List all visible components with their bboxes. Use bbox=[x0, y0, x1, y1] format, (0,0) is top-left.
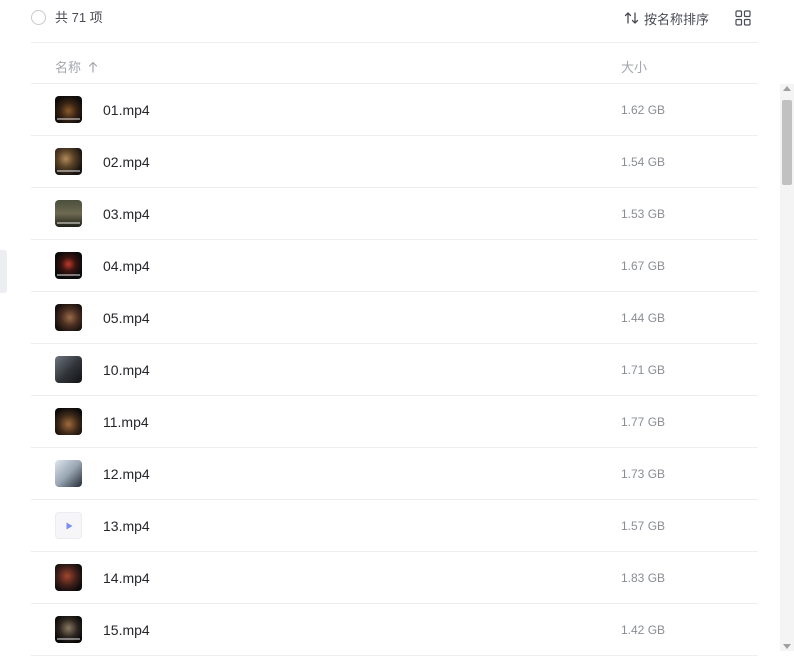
table-row[interactable]: 11.mp4 1.77 GB bbox=[31, 396, 758, 448]
video-thumbnail bbox=[55, 356, 82, 383]
item-count: 共 71 项 bbox=[55, 10, 103, 25]
table-row[interactable]: 12.mp4 1.73 GB bbox=[31, 448, 758, 500]
grid-view-button[interactable] bbox=[735, 10, 751, 26]
video-thumbnail bbox=[55, 564, 82, 591]
scrollbar-thumb[interactable] bbox=[782, 100, 792, 185]
sort-arrows-icon bbox=[624, 12, 639, 24]
file-name: 10.mp4 bbox=[103, 362, 150, 378]
file-name: 11.mp4 bbox=[103, 414, 149, 430]
table-row[interactable]: 02.mp4 1.54 GB bbox=[31, 136, 758, 188]
arrow-up-icon bbox=[88, 61, 98, 73]
video-thumbnail bbox=[55, 408, 82, 435]
file-name: 12.mp4 bbox=[103, 466, 150, 482]
file-name: 03.mp4 bbox=[103, 206, 150, 222]
grid-view-icon bbox=[735, 10, 751, 26]
file-size: 1.44 GB bbox=[621, 311, 666, 325]
video-thumbnail bbox=[55, 460, 82, 487]
name-column-header[interactable]: 名称 bbox=[55, 57, 98, 76]
video-thumbnail bbox=[55, 96, 82, 123]
file-name: 04.mp4 bbox=[103, 258, 150, 274]
table-row[interactable]: 10.mp4 1.71 GB bbox=[31, 344, 758, 396]
table-row[interactable]: 15.mp4 1.42 GB bbox=[31, 604, 758, 656]
file-name: 05.mp4 bbox=[103, 310, 150, 326]
file-size: 1.42 GB bbox=[621, 623, 666, 637]
file-size: 1.53 GB bbox=[621, 207, 666, 221]
table-row[interactable]: 04.mp4 1.67 GB bbox=[31, 240, 758, 292]
video-thumbnail bbox=[55, 304, 82, 331]
file-name: 14.mp4 bbox=[103, 570, 150, 586]
table-row[interactable]: 01.mp4 1.62 GB bbox=[31, 84, 758, 136]
table-row[interactable]: 05.mp4 1.44 GB bbox=[31, 292, 758, 344]
file-size: 1.77 GB bbox=[621, 415, 666, 429]
video-thumbnail bbox=[55, 252, 82, 279]
file-size: 1.71 GB bbox=[621, 363, 666, 377]
size-column-header[interactable]: 大小 bbox=[621, 57, 647, 76]
file-name: 15.mp4 bbox=[103, 622, 150, 638]
video-file-icon bbox=[55, 512, 82, 539]
select-all-checkbox[interactable] bbox=[31, 10, 46, 25]
scroll-down-arrow-icon[interactable] bbox=[783, 644, 791, 649]
table-row[interactable]: 03.mp4 1.53 GB bbox=[31, 188, 758, 240]
video-thumbnail bbox=[55, 200, 82, 227]
play-icon bbox=[66, 522, 72, 529]
sort-label: 按名称排序 bbox=[644, 11, 710, 27]
video-thumbnail bbox=[55, 148, 82, 175]
table-header: 名称 大小 bbox=[0, 43, 794, 83]
file-size: 1.83 GB bbox=[621, 571, 666, 585]
file-list: 01.mp4 1.62 GB 02.mp4 1.54 GB 03.mp4 1.5… bbox=[31, 84, 758, 656]
file-name: 13.mp4 bbox=[103, 518, 150, 534]
file-size: 1.57 GB bbox=[621, 519, 666, 533]
table-row[interactable]: 13.mp4 1.57 GB bbox=[31, 500, 758, 552]
vertical-scrollbar[interactable] bbox=[780, 84, 794, 651]
file-size: 1.73 GB bbox=[621, 467, 666, 481]
sort-by-name-button[interactable]: 按名称排序 bbox=[624, 9, 709, 27]
file-size: 1.62 GB bbox=[621, 103, 666, 117]
side-panel-handle[interactable] bbox=[0, 250, 7, 293]
video-thumbnail bbox=[55, 616, 82, 643]
file-size: 1.54 GB bbox=[621, 155, 666, 169]
toolbar: 共 71 项 按名称排序 bbox=[0, 0, 794, 42]
table-row[interactable]: 14.mp4 1.83 GB bbox=[31, 552, 758, 604]
file-name: 01.mp4 bbox=[103, 102, 150, 118]
scroll-up-arrow-icon[interactable] bbox=[783, 86, 791, 91]
file-name: 02.mp4 bbox=[103, 154, 150, 170]
file-size: 1.67 GB bbox=[621, 259, 666, 273]
name-header-label: 名称 bbox=[55, 60, 82, 75]
